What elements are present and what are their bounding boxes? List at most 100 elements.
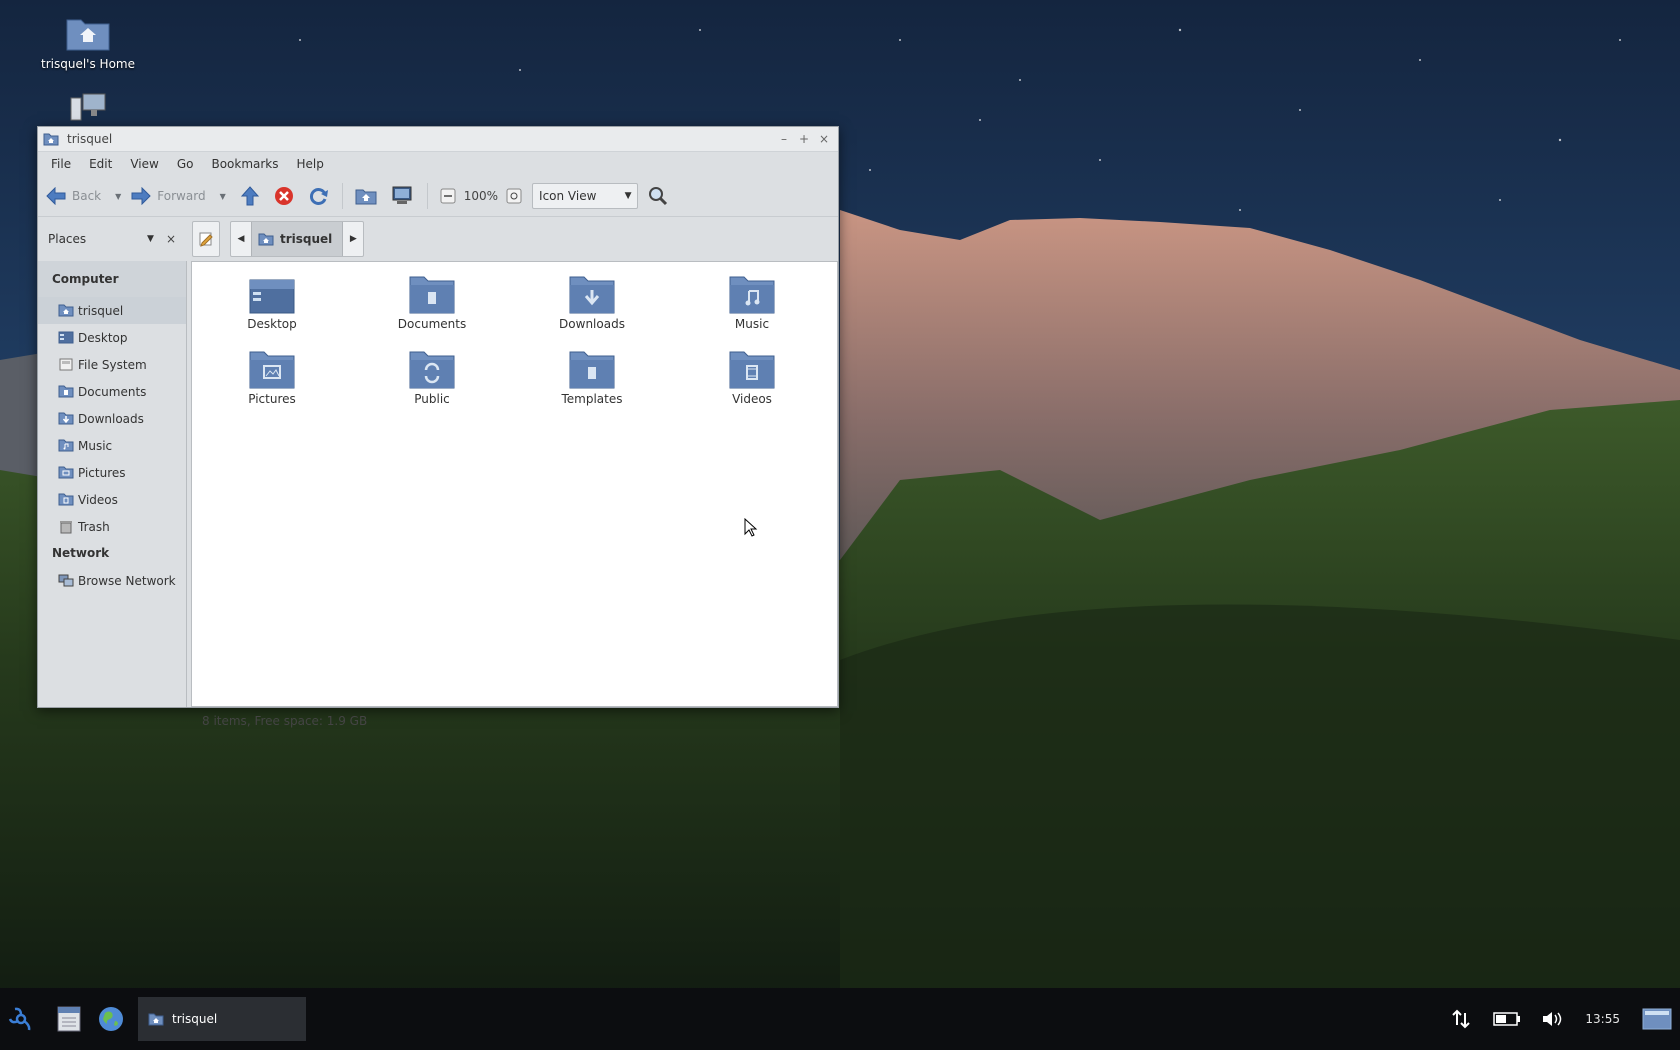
chevron-down-icon: ▼ [624, 191, 632, 201]
desktop-icon [58, 331, 74, 344]
file-item-documents[interactable]: Documents [352, 276, 512, 351]
reload-button[interactable] [308, 186, 330, 206]
file-manager-icon [57, 1006, 81, 1032]
battery-icon[interactable] [1493, 1011, 1521, 1027]
clock[interactable]: 13:55 [1585, 1012, 1620, 1026]
sidebar-item-trash[interactable]: Trash [38, 513, 186, 540]
back-label: Back [72, 189, 102, 203]
file-view[interactable]: Desktop Documents Downloads Music Pictur… [191, 261, 838, 707]
back-history-dropdown[interactable]: ▼ [115, 192, 121, 201]
sidebar-item-file-system[interactable]: File System [38, 351, 186, 378]
sidebar-item-documents[interactable]: Documents [38, 378, 186, 405]
places-close-button[interactable]: × [166, 232, 176, 246]
view-mode-value: Icon View [539, 189, 597, 203]
zoom-out-button[interactable] [440, 188, 456, 204]
computer-button[interactable] [391, 186, 413, 206]
music-folder-icon [58, 439, 74, 452]
location-bar: Places ▼ × ◀ trisquel ▶ [38, 217, 838, 261]
volume-icon[interactable] [1541, 1010, 1563, 1028]
show-desktop-icon[interactable] [1642, 1008, 1672, 1030]
breadcrumb-label: trisquel [280, 232, 333, 246]
file-manager-launcher[interactable] [54, 1004, 84, 1034]
toolbar-separator [341, 183, 343, 209]
zoom-reset-button[interactable] [506, 188, 522, 204]
file-item-label: Downloads [559, 317, 625, 331]
pictures-folder-icon [249, 351, 295, 389]
menu-bookmarks[interactable]: Bookmarks [202, 152, 287, 176]
view-mode-select[interactable]: Icon View ▼ [532, 183, 639, 209]
file-item-music[interactable]: Music [672, 276, 832, 351]
minimize-button[interactable]: – [774, 129, 794, 149]
desktop-icon-label: trisquel's Home [41, 57, 135, 71]
trisquel-logo-icon [8, 1007, 31, 1031]
forward-label: Forward [157, 189, 206, 203]
menu-file[interactable]: File [42, 152, 80, 176]
home-folder-icon [66, 19, 110, 51]
file-item-pictures[interactable]: Pictures [192, 351, 352, 426]
back-button[interactable]: Back [46, 187, 101, 205]
home-folder-icon [258, 233, 274, 246]
app-menu-button[interactable] [6, 1004, 36, 1034]
sidebar-section-network: Network [52, 546, 110, 560]
breadcrumb-item-trisquel[interactable]: trisquel [251, 222, 344, 256]
home-icon [355, 189, 377, 205]
zoom-reset-icon [506, 188, 522, 204]
file-item-templates[interactable]: Templates [512, 351, 672, 426]
trash-icon [60, 520, 72, 533]
sidebar-item-videos[interactable]: Videos [38, 486, 186, 513]
file-item-label: Public [414, 392, 450, 406]
sidebar-item-downloads[interactable]: Downloads [38, 405, 186, 432]
close-button[interactable]: × [814, 129, 834, 149]
menu-help[interactable]: Help [288, 152, 333, 176]
desktop-icon-home[interactable]: trisquel's Home [28, 14, 148, 71]
menu-view[interactable]: View [121, 152, 167, 176]
taskbar: trisquel 13:55 [0, 988, 1680, 1050]
back-arrow-icon [46, 187, 66, 205]
sidebar-item-music[interactable]: Music [38, 432, 186, 459]
file-item-downloads[interactable]: Downloads [512, 276, 672, 351]
sidebar-item-trisquel[interactable]: trisquel [38, 297, 186, 324]
network-icon [58, 574, 74, 586]
sidebar-item-browse-network[interactable]: Browse Network [38, 567, 186, 594]
desktop-icon-computer[interactable] [28, 92, 148, 125]
file-item-videos[interactable]: Videos [672, 351, 832, 426]
file-item-desktop[interactable]: Desktop [192, 276, 352, 351]
breadcrumb-left-arrow[interactable]: ◀ [231, 222, 251, 256]
maximize-button[interactable]: + [794, 129, 814, 149]
file-item-label: Videos [732, 392, 772, 406]
home-button[interactable] [355, 187, 377, 205]
pictures-folder-icon [58, 466, 74, 479]
title-bar[interactable]: trisquel – + × [38, 127, 838, 152]
zoom-out-icon [440, 188, 456, 204]
sidebar-item-desktop[interactable]: Desktop [38, 324, 186, 351]
forward-history-dropdown[interactable]: ▼ [220, 192, 226, 201]
file-item-public[interactable]: Public [352, 351, 512, 426]
toolbar: Back ▼ Forward ▼ 100% Icon View ▼ [38, 176, 838, 217]
stop-button[interactable] [274, 186, 294, 206]
network-status-icon[interactable] [1451, 1009, 1471, 1029]
reload-icon [309, 188, 328, 205]
folder-home-icon [148, 1013, 164, 1026]
sidebar-item-label: trisquel [78, 303, 124, 318]
sidebar-item-label: Desktop [78, 330, 128, 345]
menu-edit[interactable]: Edit [80, 152, 121, 176]
videos-folder-icon [729, 351, 775, 389]
sidebar-item-label: Pictures [78, 465, 126, 480]
content-area: Computer trisquel Desktop File System Do… [38, 261, 838, 707]
places-sidebar: Computer trisquel Desktop File System Do… [38, 261, 187, 707]
taskbar-window-trisquel[interactable]: trisquel [138, 997, 306, 1041]
file-item-label: Documents [397, 317, 467, 331]
videos-folder-icon [58, 493, 74, 506]
sidebar-item-label: Trash [78, 519, 110, 534]
menu-go[interactable]: Go [168, 152, 203, 176]
search-button[interactable] [648, 186, 668, 206]
places-dropdown[interactable]: ▼ [147, 234, 154, 244]
edit-location-button[interactable] [192, 221, 220, 257]
places-label: Places [48, 232, 87, 246]
up-button[interactable] [240, 186, 260, 206]
forward-button[interactable]: Forward [131, 187, 206, 205]
browser-launcher[interactable] [96, 1004, 126, 1034]
forward-arrow-icon [131, 187, 152, 205]
breadcrumb-right-arrow[interactable]: ▶ [343, 222, 363, 256]
sidebar-item-pictures[interactable]: Pictures [38, 459, 186, 486]
